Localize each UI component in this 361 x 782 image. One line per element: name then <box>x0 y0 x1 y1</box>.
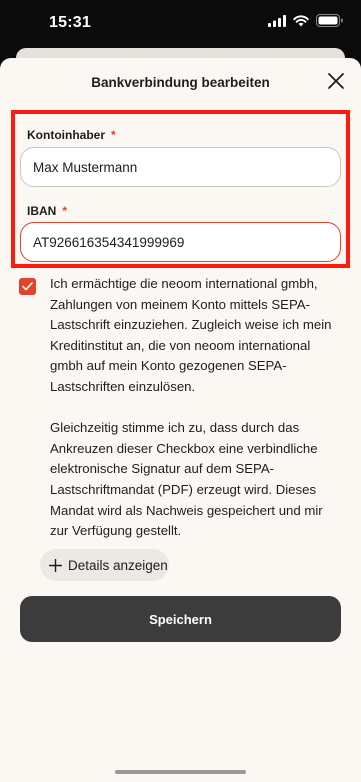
status-icons <box>268 14 343 27</box>
status-bar: 15:31 <box>0 0 361 48</box>
checkmark-icon <box>22 282 33 291</box>
close-icon <box>328 73 344 89</box>
account-holder-value: Max Mustermann <box>33 159 138 175</box>
save-button[interactable]: Speichern <box>20 596 341 642</box>
details-button-label: Details anzeigen <box>68 557 168 573</box>
consent-checkbox[interactable] <box>19 278 36 295</box>
signal-icon <box>268 14 286 27</box>
battery-icon <box>316 14 343 27</box>
required-mark: * <box>62 204 68 218</box>
required-mark: * <box>111 128 116 142</box>
iban-value: AT926616354341999969 <box>33 234 185 250</box>
details-button[interactable]: Details anzeigen <box>40 549 169 581</box>
home-indicator <box>115 770 246 774</box>
status-time: 15:31 <box>49 14 91 31</box>
iban-input[interactable]: AT926616354341999969 <box>20 222 341 262</box>
consent-paragraph-2: Gleichzeitig stimme ich zu, dass durch d… <box>50 420 323 539</box>
close-button[interactable] <box>325 70 347 92</box>
bottom-sheet: Bankverbindung bearbeiten Kontoinhaber * … <box>0 58 361 782</box>
account-holder-input[interactable]: Max Mustermann <box>20 147 341 187</box>
plus-icon <box>49 558 62 572</box>
account-holder-label: Kontoinhaber * <box>27 128 116 142</box>
iban-label: IBAN * <box>27 204 68 218</box>
consent-text: Ich ermächtige die neoom international g… <box>50 274 342 562</box>
wifi-icon <box>293 14 309 26</box>
consent-paragraph-1: Ich ermächtige die neoom international g… <box>50 276 332 394</box>
sheet-title: Bankverbindung bearbeiten <box>91 75 270 90</box>
